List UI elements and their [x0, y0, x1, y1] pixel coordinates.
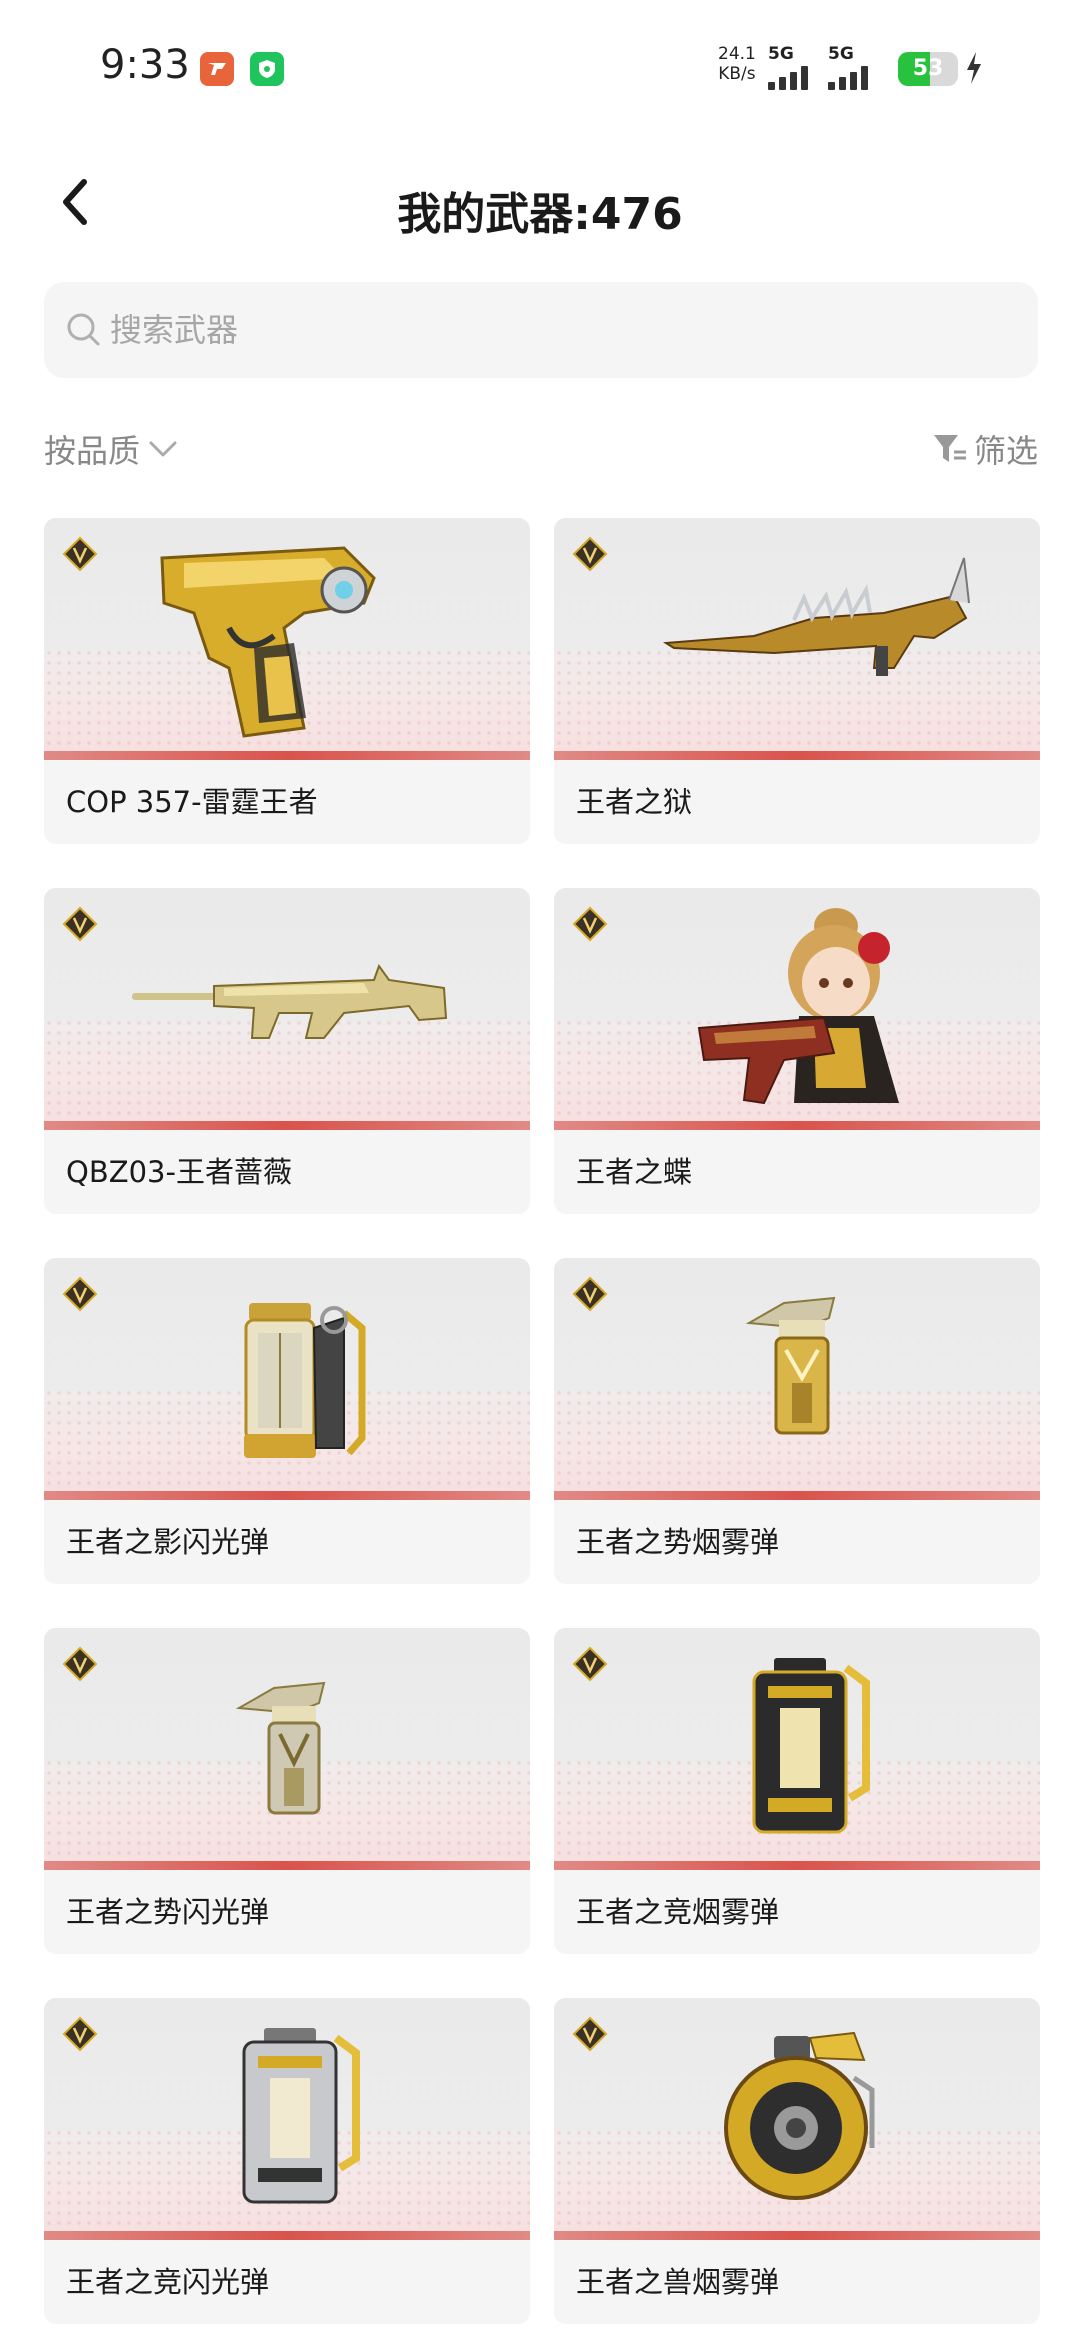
weapon-card[interactable]: 王者之影闪光弹: [44, 1258, 530, 1584]
net-speed: 24.1 KB/s: [718, 44, 756, 84]
battery-indicator: 53: [898, 52, 958, 86]
flash-canister-image: [242, 2028, 360, 2204]
net-speed-value: 24.1: [718, 44, 756, 64]
smoke-canister-image: [752, 1658, 870, 1834]
battery-level: 53: [912, 56, 944, 81]
weapon-name: 王者之兽烟雾弹: [576, 2265, 780, 2299]
character-with-weapon-image: [697, 908, 899, 1105]
weapon-card[interactable]: COP 357-雷霆王者: [44, 518, 530, 844]
flash-grenade-small-image: [235, 1681, 326, 1815]
weapon-name: 王者之狱: [576, 785, 693, 819]
filter-label: 筛选: [973, 432, 1038, 470]
weapon-card[interactable]: 王者之竞烟雾弹: [554, 1628, 1040, 1954]
quality-badge-icon: [572, 1276, 608, 1312]
weapon-name: 王者之势烟雾弹: [576, 1525, 780, 1559]
quality-badge-icon: [62, 536, 98, 572]
weapon-card[interactable]: QBZ03-王者蔷薇: [44, 888, 530, 1214]
quality-badge-icon: [572, 906, 608, 942]
chevron-down-icon: [149, 441, 177, 457]
quality-badge-icon: [572, 2016, 608, 2052]
weapon-card[interactable]: 王者之势烟雾弹: [554, 1258, 1040, 1584]
page-title: 我的武器:476: [397, 189, 683, 240]
sim1-label: 5G: [768, 44, 794, 64]
weapon-card[interactable]: 王者之兽烟雾弹: [554, 1998, 1040, 2324]
net-speed-unit: KB/s: [718, 64, 756, 84]
status-time: 9:33: [100, 42, 190, 88]
signal-bars-icon: [768, 66, 812, 90]
assault-rifle-weapon-image: [132, 963, 448, 1039]
quality-badge-icon: [62, 1276, 98, 1312]
weapon-name: QBZ03-王者蔷薇: [66, 1155, 292, 1189]
sort-by-quality-dropdown[interactable]: 按品质: [44, 424, 178, 474]
weapon-name: 王者之蝶: [576, 1155, 693, 1189]
weapon-card[interactable]: 王者之势闪光弹: [44, 1628, 530, 1954]
weapon-card[interactable]: 王者之狱: [554, 518, 1040, 844]
weapon-grid: COP 357-雷霆王者 王者之狱 QBZ03-王者蔷薇 王者之蝶 王者之影闪光…: [44, 518, 1040, 2324]
weapon-name: 王者之竞烟雾弹: [576, 1895, 780, 1929]
weapon-name: 王者之势闪光弹: [66, 1895, 270, 1929]
quality-badge-icon: [62, 906, 98, 942]
smoke-grenade-image: [745, 1296, 836, 1435]
sort-label: 按品质: [44, 432, 141, 470]
quality-badge-icon: [62, 2016, 98, 2052]
status-bar: 9:33 24.1 KB/s 5G 5G 53: [0, 0, 1080, 130]
weapon-card[interactable]: 王者之蝶: [554, 888, 1040, 1214]
weapon-name: 王者之影闪光弹: [66, 1525, 270, 1559]
sim2-label: 5G: [828, 44, 854, 64]
quality-badge-icon: [62, 1646, 98, 1682]
flash-grenade-image: [244, 1303, 366, 1458]
quality-badge-icon: [572, 1646, 608, 1682]
app-notification-icon: [200, 52, 234, 86]
rifle-weapon-image: [662, 557, 970, 676]
quality-badge-icon: [572, 536, 608, 572]
search-icon: [67, 313, 100, 346]
weapon-name: 王者之竞闪光弹: [66, 2265, 270, 2299]
pistol-weapon-image: [160, 546, 376, 738]
weapon-card[interactable]: 王者之竞闪光弹: [44, 1998, 530, 2324]
signal-bars-icon: [828, 66, 872, 90]
shield-app-icon: [250, 52, 284, 86]
weapon-name: COP 357-雷霆王者: [66, 785, 318, 819]
filter-button[interactable]: 筛选: [932, 424, 1038, 474]
round-grenade-image: [724, 2031, 875, 2200]
charging-bolt-icon: [967, 52, 981, 84]
search-input[interactable]: [110, 282, 1010, 378]
filter-funnel-icon: [933, 435, 966, 462]
search-box[interactable]: [44, 282, 1038, 378]
